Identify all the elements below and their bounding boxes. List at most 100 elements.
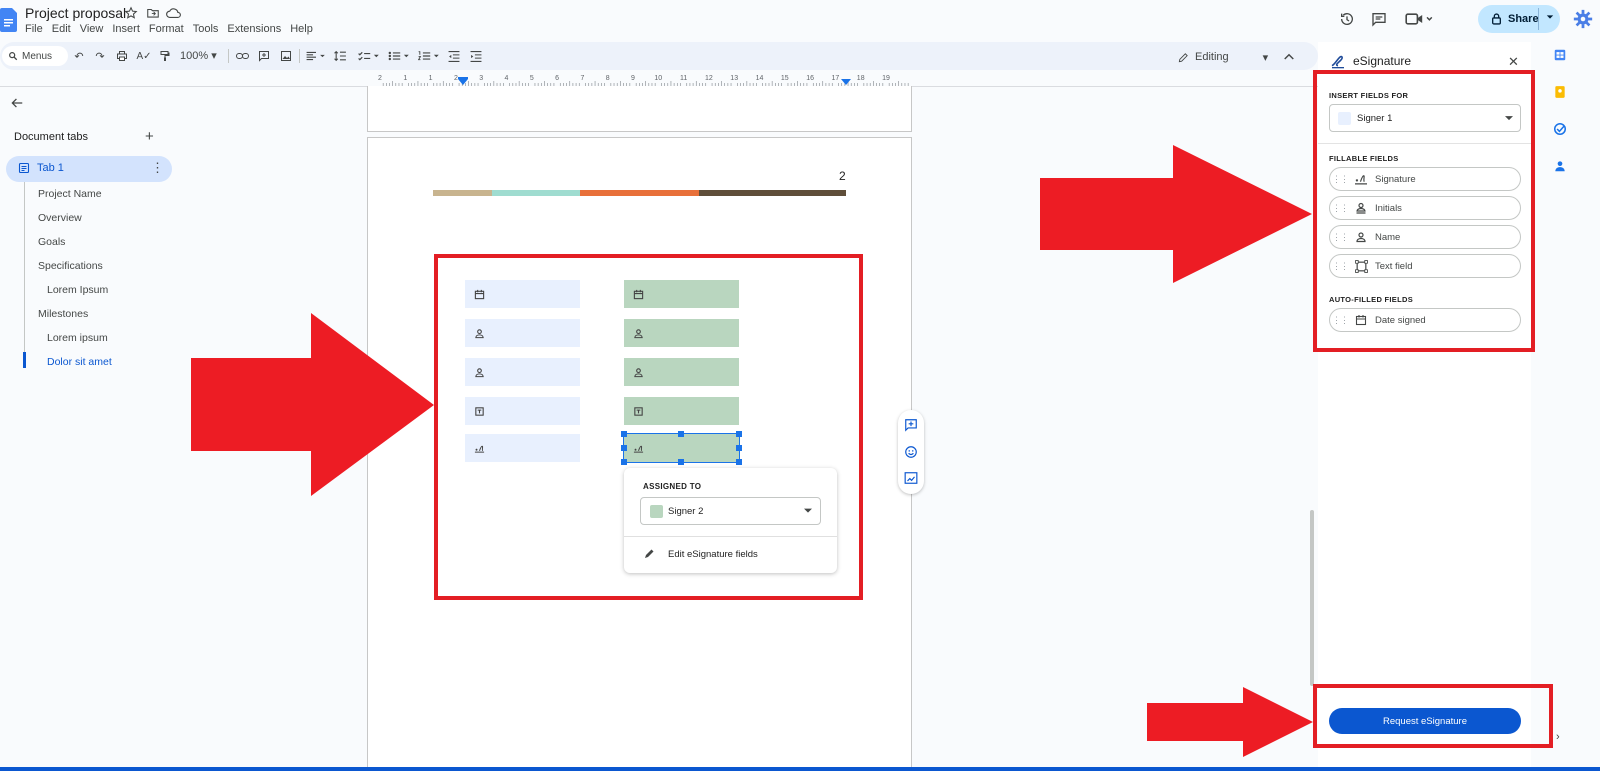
outline-rail — [24, 182, 25, 368]
ruler-label: 7 — [580, 75, 584, 82]
editing-dropdown-icon: ▾ — [1262, 51, 1269, 64]
undo-icon[interactable]: ↶ — [71, 48, 87, 64]
ruler-label: 1 — [429, 75, 433, 82]
menu-edit[interactable]: Edit — [52, 23, 71, 35]
add-comment-icon[interactable] — [256, 48, 272, 64]
numbered-list-icon[interactable] — [416, 48, 442, 64]
menu-format[interactable]: Format — [149, 23, 184, 35]
header-stripe — [699, 190, 846, 196]
ruler-label: 4 — [505, 75, 509, 82]
bottom-edge-bar — [0, 767, 1600, 771]
page-number: 2 — [839, 169, 846, 183]
insert-link-icon[interactable] — [234, 48, 250, 64]
comments-icon[interactable] — [1368, 9, 1390, 29]
annotation-box-request — [1313, 684, 1553, 748]
pencil-icon — [1178, 52, 1188, 62]
header-stripe — [492, 190, 580, 196]
version-history-icon[interactable] — [1336, 9, 1358, 29]
first-line-indent-marker[interactable] — [458, 77, 468, 79]
ruler-label: 12 — [705, 75, 713, 82]
bulleted-list-icon[interactable] — [386, 48, 412, 64]
ruler-label: 6 — [555, 75, 559, 82]
outline-item-active[interactable]: Dolor sit amet — [47, 356, 112, 368]
expand-panel-icon[interactable]: › — [1556, 731, 1560, 743]
zoom-select[interactable]: 100% ▾ — [180, 49, 217, 62]
editing-mode-label: Editing — [1195, 51, 1229, 63]
menu-tools[interactable]: Tools — [193, 23, 219, 35]
paint-format-icon[interactable] — [157, 48, 173, 64]
toolbar-divider — [299, 49, 300, 63]
right-indent-marker[interactable] — [841, 79, 851, 85]
suggest-edit-icon[interactable] — [904, 471, 918, 485]
emoji-reaction-icon[interactable] — [904, 445, 918, 459]
ruler-label: 2 — [378, 75, 382, 82]
move-folder-icon[interactable] — [146, 6, 162, 22]
ruler-label: 15 — [781, 75, 789, 82]
outline-item[interactable]: Lorem Ipsum — [47, 284, 108, 296]
outline-item[interactable]: Overview — [38, 212, 82, 224]
editing-mode-select[interactable]: Editing ▾ — [1178, 48, 1270, 66]
insert-image-icon[interactable] — [278, 48, 294, 64]
menu-help[interactable]: Help — [290, 23, 313, 35]
document-tabs-heading: Document tabs — [14, 131, 88, 143]
print-icon[interactable] — [114, 48, 130, 64]
redo-icon[interactable]: ↷ — [92, 48, 108, 64]
sheets-app-icon[interactable] — [1553, 48, 1569, 64]
contacts-app-icon[interactable] — [1553, 159, 1569, 175]
tasks-app-icon[interactable] — [1553, 122, 1569, 138]
menu-file[interactable]: File — [25, 23, 43, 35]
ruler-label: 13 — [730, 75, 738, 82]
document-title[interactable]: Project proposal — [25, 5, 126, 21]
panel-scrollbar[interactable] — [1310, 510, 1314, 686]
outline-item[interactable]: Lorem ipsum — [47, 332, 108, 344]
floating-actions — [898, 410, 924, 494]
close-icon[interactable]: ✕ — [1508, 54, 1519, 70]
add-tab-icon[interactable]: + — [145, 128, 154, 145]
gemini-gear-icon[interactable] — [1572, 8, 1594, 30]
search-icon — [9, 52, 18, 61]
outline-item[interactable]: Project Name — [38, 188, 102, 200]
ruler-label: 3 — [479, 75, 483, 82]
ruler-label: 19 — [882, 75, 890, 82]
star-icon[interactable] — [124, 6, 140, 22]
keep-app-icon[interactable] — [1553, 85, 1569, 101]
menus-search[interactable]: Menus — [2, 46, 68, 66]
tab-1[interactable]: Tab 1 ⋮ — [6, 156, 172, 182]
menu-extensions[interactable]: Extensions — [227, 23, 281, 35]
left-indent-marker[interactable] — [458, 79, 468, 85]
share-label: Share — [1508, 13, 1539, 25]
annotation-box-panel — [1313, 70, 1535, 352]
align-icon[interactable] — [304, 48, 328, 64]
lock-icon — [1492, 13, 1501, 25]
share-dropdown-icon[interactable] — [1546, 13, 1554, 21]
menu-insert[interactable]: Insert — [112, 23, 140, 35]
tab-options-icon[interactable]: ⋮ — [151, 160, 164, 176]
collapse-menus-icon[interactable] — [1281, 48, 1297, 64]
back-arrow-icon[interactable] — [10, 96, 26, 112]
meet-call-icon[interactable] — [1402, 9, 1436, 29]
esignature-logo-icon — [1330, 53, 1346, 69]
horizontal-ruler[interactable]: 2 1 1 2 3 4 5 6 7 8 9 10 11 12 13 14 15 16 17 18 19 — [368, 72, 913, 86]
checklist-icon[interactable] — [356, 48, 382, 64]
annotation-box-fields — [434, 254, 863, 600]
page-1-bottom — [367, 86, 912, 132]
decrease-indent-icon[interactable] — [446, 48, 462, 64]
increase-indent-icon[interactable] — [468, 48, 484, 64]
line-spacing-icon[interactable] — [332, 48, 348, 64]
outline-item[interactable]: Milestones — [38, 308, 88, 320]
outline-item[interactable]: Specifications — [38, 260, 103, 272]
menu-view[interactable]: View — [80, 23, 104, 35]
zoom-value: 100% — [180, 50, 209, 62]
ruler-label: 8 — [606, 75, 610, 82]
menus-label: Menus — [22, 50, 53, 62]
header-stripe — [580, 190, 699, 196]
annotation-arrow-request — [1147, 687, 1313, 757]
ruler-label: 1 — [403, 75, 407, 82]
outline-item[interactable]: Goals — [38, 236, 65, 248]
spellcheck-icon[interactable]: A✓ — [136, 48, 152, 64]
cloud-status-icon[interactable] — [166, 6, 182, 22]
add-comment-icon[interactable] — [904, 418, 918, 432]
docs-logo-icon[interactable] — [0, 8, 17, 32]
ruler-label: 11 — [680, 75, 687, 82]
share-button[interactable]: Share — [1478, 5, 1560, 33]
